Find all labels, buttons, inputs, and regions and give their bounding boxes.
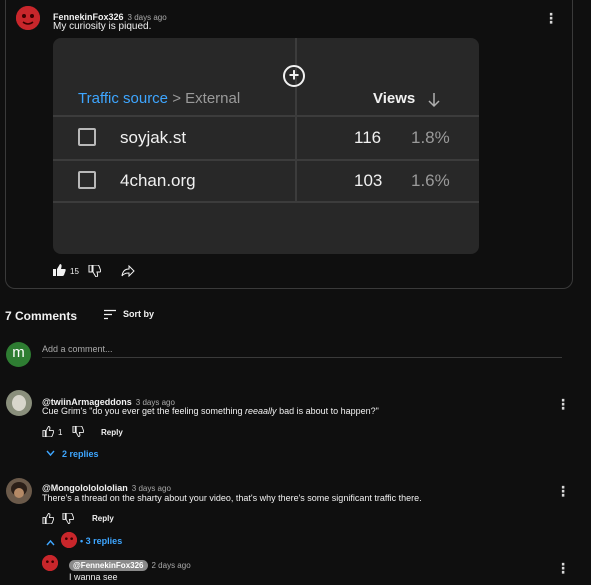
fox-face-icon — [42, 555, 58, 571]
commenter-avatar[interactable] — [6, 390, 32, 416]
row-views: 116 — [354, 128, 382, 147]
post-kebab-menu-icon[interactable]: ⋮ — [544, 11, 558, 25]
thumbs-down-icon[interactable] — [72, 426, 84, 437]
thumbs-down-icon[interactable] — [88, 265, 101, 277]
comment-like-count: 1 — [58, 428, 63, 437]
comment-text: Cue Grim's "do you ever get the feeling … — [42, 406, 379, 416]
comment-text-emphasis: reeaally — [245, 406, 277, 416]
reply-author-avatar[interactable] — [42, 555, 58, 571]
post-text: My curiosity is piqued. — [53, 21, 152, 32]
sort-by-button[interactable]: Sort by — [123, 309, 154, 319]
post-like-count: 15 — [70, 267, 79, 276]
comment-text-part: Cue Grim's "do you ever get the feeling … — [42, 406, 246, 416]
sort-icon[interactable] — [103, 309, 117, 320]
chevron-up-icon[interactable] — [46, 539, 55, 546]
row-checkbox — [78, 171, 96, 189]
views-header: Views — [373, 90, 416, 107]
traffic-source-breadcrumb: Traffic source > External — [78, 90, 240, 107]
reply-text: I wanna see — [69, 572, 118, 582]
row-source-name: soyjak.st — [120, 128, 187, 147]
replies-separator: • — [80, 536, 84, 546]
reply-button[interactable]: Reply — [92, 514, 114, 523]
plus-circle-icon: + — [283, 65, 305, 87]
thumbs-down-icon[interactable] — [62, 513, 74, 524]
thumbs-up-icon[interactable] — [42, 426, 54, 437]
replies-count: 3 replies — [85, 536, 123, 546]
creator-badge[interactable]: @FennekinFox326 — [69, 560, 148, 571]
reply-button[interactable]: Reply — [101, 428, 123, 437]
user-avatar[interactable]: m — [6, 342, 31, 367]
reply-header: @FennekinFox326 2 days ago — [69, 555, 191, 573]
traffic-source-value: External — [185, 90, 241, 107]
comment-kebab-menu-icon[interactable]: ⋮ — [556, 484, 570, 498]
row-percent: 1.6% — [411, 171, 450, 190]
row-source-name: 4chan.org — [120, 171, 196, 190]
thumbs-up-icon[interactable] — [42, 513, 54, 524]
traffic-source-label: Traffic source — [78, 90, 169, 107]
share-icon[interactable] — [121, 265, 135, 277]
comments-count: 7 Comments — [5, 309, 78, 323]
table-divider — [53, 201, 479, 203]
chevron-right-icon: > — [172, 90, 181, 107]
hide-replies-button[interactable]: • 3 replies — [80, 536, 122, 546]
table-divider — [53, 159, 479, 161]
view-replies-button[interactable]: 2 replies — [62, 449, 99, 459]
comment-time[interactable]: 3 days ago — [132, 484, 171, 493]
chevron-down-icon[interactable] — [46, 450, 55, 457]
comment-author[interactable]: @Mongolololololian — [42, 483, 128, 493]
add-comment-input[interactable]: Add a comment... — [42, 344, 113, 354]
table-divider — [53, 115, 479, 117]
reply-kebab-menu-icon[interactable]: ⋮ — [556, 561, 570, 575]
fox-face-icon — [61, 532, 77, 548]
fox-face-icon — [16, 6, 40, 30]
post-author-avatar[interactable] — [16, 6, 40, 30]
row-percent: 1.8% — [411, 128, 450, 147]
add-comment-underline — [42, 357, 562, 358]
creator-reply-avatar — [61, 532, 77, 548]
post-image-analytics: + Traffic source > External Views soyjak… — [53, 38, 479, 254]
reply-time[interactable]: 2 days ago — [152, 561, 191, 570]
comment-text: There's a thread on the sharty about you… — [42, 493, 422, 503]
arrow-down-icon — [428, 93, 440, 108]
commenter-avatar[interactable] — [6, 478, 32, 504]
row-checkbox — [78, 128, 96, 146]
table-divider-vertical — [295, 38, 297, 202]
comment-kebab-menu-icon[interactable]: ⋮ — [556, 397, 570, 411]
row-views: 103 — [354, 171, 383, 190]
comment-text-part: bad is about to happen?" — [276, 406, 379, 416]
thumbs-up-filled-icon[interactable] — [53, 264, 66, 276]
